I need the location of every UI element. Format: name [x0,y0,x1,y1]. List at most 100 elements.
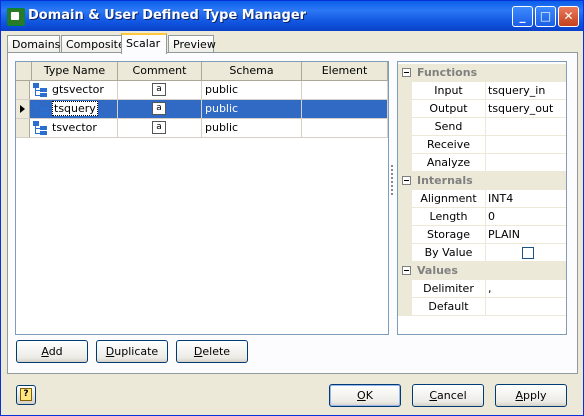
property-value[interactable] [488,136,566,154]
property-value[interactable] [488,298,566,316]
property-input[interactable]: Input tsquery_in [398,82,566,100]
row-indicator [16,119,30,137]
property-value[interactable] [488,154,566,172]
type-manager-window: Domain & User Defined Type Manager _ □ ✕… [0,0,584,416]
property-name: Alignment [412,190,486,208]
delete-button[interactable]: Delete [176,340,248,363]
column-header-comment[interactable]: Comment [118,62,202,80]
property-value[interactable]: tsquery_out [488,100,566,118]
property-name: Send [412,118,486,136]
delete-label: elete [202,345,231,358]
title-bar[interactable]: Domain & User Defined Type Manager _ □ ✕ [1,1,583,31]
by-value-checkbox[interactable] [522,247,534,259]
table-row[interactable]: gtsvector a public [16,81,388,100]
type-name-cell[interactable]: tsquery [30,100,118,118]
ok-accel: O [357,389,366,402]
property-name: Receive [412,136,486,154]
help-button[interactable]: ? [16,385,36,405]
column-header-element[interactable]: Element [302,62,388,80]
splitter-handle[interactable] [390,161,394,201]
schema-cell[interactable]: public [202,100,302,118]
schema-cell[interactable]: public [202,119,302,137]
minimize-button[interactable]: _ [512,6,533,27]
table-row-selected[interactable]: tsquery a public [16,100,388,119]
grid-header: Type Name Comment Schema Element [16,62,388,81]
category-label: Internals [417,174,473,187]
property-value[interactable] [488,244,566,262]
cancel-button[interactable]: Cancel [412,384,484,407]
tab-composite[interactable]: Composite [61,35,125,53]
comment-icon[interactable]: a [152,121,166,134]
property-name: Delimiter [412,280,486,298]
comment-icon[interactable]: a [152,83,166,96]
property-by-value[interactable]: By Value [398,244,566,262]
property-value[interactable]: tsquery_in [488,82,566,100]
property-name: Default [412,298,486,316]
property-value[interactable]: , [488,280,566,298]
duplicate-button[interactable]: Duplicate [96,340,168,363]
property-storage[interactable]: Storage PLAIN [398,226,566,244]
property-receive[interactable]: Receive [398,136,566,154]
element-cell[interactable] [302,81,388,99]
ok-label: K [365,389,373,402]
property-value[interactable]: PLAIN [488,226,566,244]
tab-domains[interactable]: Domains [7,35,60,53]
header-indicator [16,62,32,80]
collapse-icon[interactable] [402,266,411,275]
cancel-accel: C [429,389,438,402]
maximize-button[interactable]: □ [535,6,556,27]
type-icon [33,121,47,135]
close-button[interactable]: ✕ [558,6,579,27]
apply-button[interactable]: Apply [495,384,567,407]
element-cell[interactable] [302,100,388,118]
property-value[interactable]: INT4 [488,190,566,208]
column-header-schema[interactable]: Schema [202,62,302,80]
comment-cell[interactable]: a [118,81,202,99]
collapse-icon[interactable] [402,176,411,185]
tab-scalar[interactable]: Scalar [121,33,167,54]
column-header-type-name[interactable]: Type Name [32,62,118,80]
ok-button[interactable]: OK [329,384,401,407]
tab-preview[interactable]: Preview [168,35,216,53]
window-title: Domain & User Defined Type Manager [28,8,307,23]
property-name: Input [412,82,486,100]
cancel-label: ancel [437,389,467,402]
type-name: tsvector [52,121,97,134]
property-length[interactable]: Length 0 [398,208,566,226]
category-values[interactable]: Values [398,262,566,280]
property-delimiter[interactable]: Delimiter, [398,280,566,298]
app-icon [7,8,25,26]
row-indicator [16,81,30,99]
duplicate-label: uplicate [114,345,159,358]
element-cell[interactable] [302,119,388,137]
types-grid[interactable]: Type Name Comment Schema Element gtsvect… [15,61,389,335]
comment-cell[interactable]: a [118,100,202,118]
type-name-cell[interactable]: tsvector [30,119,118,137]
type-name-editor[interactable]: tsquery [52,101,98,116]
type-name-cell[interactable]: gtsvector [30,81,118,99]
collapse-icon[interactable] [402,68,411,77]
property-alignment[interactable]: Alignment INT4 [398,190,566,208]
type-icon [33,102,47,116]
property-name: Output [412,100,486,118]
add-button[interactable]: Add [16,340,88,363]
table-row[interactable]: tsvector a public [16,119,388,138]
property-value[interactable]: 0 [488,208,566,226]
comment-icon[interactable]: a [152,102,166,115]
apply-label: pply [523,389,547,402]
comment-cell[interactable]: a [118,119,202,137]
property-default[interactable]: Default [398,298,566,316]
category-functions[interactable]: Functions [398,64,566,82]
property-value[interactable] [488,118,566,136]
property-send[interactable]: Send [398,118,566,136]
apply-accel: A [515,389,523,402]
property-grid[interactable]: Functions Input tsquery_in Output tsquery_… [397,61,567,335]
schema-cell[interactable]: public [202,81,302,99]
category-label: Values [417,264,458,277]
category-internals[interactable]: Internals [398,172,566,190]
add-accel: A [41,345,49,358]
row-indicator [16,100,30,118]
add-label: dd [48,345,63,358]
property-analyze[interactable]: Analyze [398,154,566,172]
property-output[interactable]: Output tsquery_out [398,100,566,118]
